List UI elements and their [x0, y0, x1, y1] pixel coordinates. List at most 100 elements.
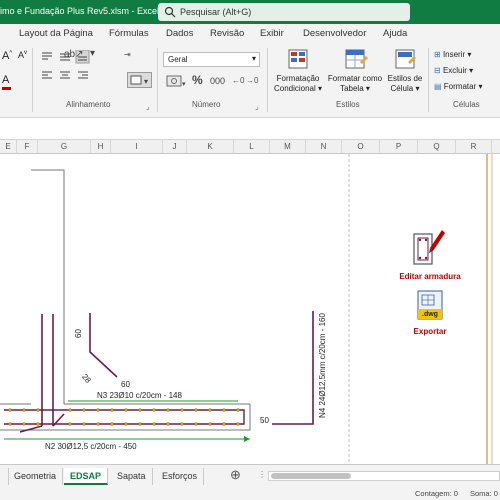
percent-button[interactable]: %	[192, 73, 203, 87]
window-title: imo e Fundação Plus Rev5.xlsm - Excel	[0, 6, 160, 16]
format-table-icon	[345, 49, 368, 69]
column-header[interactable]: F	[17, 140, 38, 154]
edit-rebar-label: Editar armadura	[399, 272, 461, 281]
separator	[267, 48, 268, 112]
separator	[428, 48, 429, 112]
orientation-icon[interactable]: ab↗	[64, 49, 84, 60]
tab-developer[interactable]: Desenvolvedor	[303, 28, 366, 39]
column-header[interactable]: Q	[418, 140, 456, 154]
format-table-line1: Formatar como	[327, 74, 383, 83]
column-header[interactable]: N	[306, 140, 342, 154]
indent-icon[interactable]: ⇥	[124, 50, 131, 59]
export-dwg-button[interactable]: .dwg Exportar	[400, 289, 460, 339]
export-label: Exportar	[413, 327, 447, 336]
number-launcher-icon[interactable]: ⌟	[255, 102, 259, 111]
column-header[interactable]: H	[91, 140, 111, 154]
tab-review[interactable]: Revisão	[210, 28, 244, 39]
cell-styles-icon	[395, 49, 416, 69]
thousands-button[interactable]: 000	[210, 76, 225, 86]
delete-button[interactable]: ⊟ Excluir ▾	[434, 66, 473, 75]
footing-outline	[0, 404, 251, 431]
search-placeholder: Pesquisar (Alt+G)	[180, 7, 252, 17]
dwg-badge: .dwg	[422, 311, 438, 318]
conditional-format-button[interactable]: Formatação Condicional ▾	[273, 48, 323, 98]
cell-styles-line1: Estilos de	[387, 74, 423, 83]
dwg-file-icon	[417, 290, 443, 320]
separator	[32, 48, 33, 112]
column-header[interactable]: R	[456, 140, 492, 154]
column-header[interactable]: I	[111, 140, 163, 154]
insert-button[interactable]: ⊞ Inserir ▾	[434, 50, 471, 59]
tab-page-layout[interactable]: Layout da Página	[19, 28, 93, 39]
add-sheet-icon[interactable]: ⊕	[230, 467, 241, 483]
tab-view[interactable]: Exibir	[260, 28, 284, 39]
column-header[interactable]: J	[163, 140, 187, 154]
format-button[interactable]: ▤ Formatar ▾	[434, 82, 483, 91]
edit-rebar-icon	[413, 230, 445, 265]
alignment-group-label: Alinhamento	[66, 100, 111, 109]
separator	[157, 48, 158, 112]
sheet-tab-esforcos[interactable]: Esforços	[156, 468, 205, 485]
svg-text:▾: ▾	[182, 81, 186, 88]
format-icon: ▤	[434, 82, 442, 91]
label-60-horizontal: 60	[121, 380, 130, 389]
sheet-tab-edsap[interactable]: EDSAP	[64, 468, 109, 485]
column-header[interactable]: O	[342, 140, 380, 154]
label-n3: N3 23Ø10 c/20cm - 148	[97, 391, 182, 400]
font-size-up-icon[interactable]: A^	[2, 50, 12, 62]
wrap-text-icon[interactable]: ▾	[90, 48, 95, 59]
font-size-down-icon[interactable]: Av	[18, 50, 27, 60]
tab-overflow-icon[interactable]: ⋮	[258, 470, 266, 479]
worksheet-canvas: 60 28 60 N3 23Ø10 c/20cm - 148 N2 30Ø12,…	[0, 154, 500, 464]
sheet-tab-sapata[interactable]: Sapata	[111, 468, 153, 485]
tab-data[interactable]: Dados	[166, 28, 193, 39]
column-header[interactable]: K	[187, 140, 234, 154]
n2-bar	[4, 409, 245, 425]
scrollbar-thumb[interactable]	[271, 473, 351, 479]
sheet-tabs-bar: Geometria EDSAP Sapata Esforços ⊕ ⋮	[0, 464, 500, 486]
status-sum: Soma: 0	[470, 489, 498, 498]
column-header[interactable]: G	[38, 140, 91, 154]
insert-icon: ⊞	[434, 50, 441, 59]
svg-text:▾: ▾	[144, 77, 148, 86]
cells-group-label: Células	[453, 100, 480, 109]
column-header[interactable]: E	[0, 140, 17, 154]
edit-rebar-button[interactable]: Editar armadura	[394, 224, 466, 286]
increase-decimal-icon[interactable]: ←0	[232, 76, 244, 85]
merge-cells-button[interactable]: ▾	[127, 72, 152, 88]
formula-bar-area	[0, 118, 500, 140]
title-bar: imo e Fundação Plus Rev5.xlsm - Excel Pe…	[0, 0, 500, 24]
cell-styles-button[interactable]: Estilos de Célula ▾	[386, 48, 424, 98]
number-format-select[interactable]: Geral ▾	[163, 52, 260, 67]
column-header[interactable]: M	[270, 140, 306, 154]
delete-label: Excluir	[442, 66, 467, 75]
cell-styles-line2-wrap: Célula ▾	[390, 84, 420, 93]
column-header[interactable]: P	[380, 140, 418, 154]
sheet-tab-geometria[interactable]: Geometria	[8, 468, 64, 485]
format-table-line2: Tabela	[340, 84, 364, 93]
conditional-format-icon	[288, 49, 308, 69]
styles-group-label: Estilos	[336, 100, 360, 109]
conditional-format-line2: Condicional	[273, 84, 316, 93]
label-n4: N4 24Ø12,5mm c/20cm - 160	[318, 313, 327, 418]
format-table-line2-wrap: Tabela ▾	[340, 84, 370, 93]
decrease-decimal-icon[interactable]: →0	[246, 76, 258, 85]
format-label: Formatar	[443, 82, 477, 91]
tab-formulas[interactable]: Fórmulas	[109, 28, 149, 39]
column-outline	[31, 169, 65, 404]
alignment-launcher-icon[interactable]: ⌟	[146, 102, 150, 111]
currency-icon[interactable]: ▾	[166, 74, 188, 90]
status-count: Contagem: 0	[415, 489, 458, 498]
tab-help[interactable]: Ajuda	[383, 28, 407, 39]
label-50: 50	[260, 416, 269, 425]
font-color-icon[interactable]: A	[2, 74, 24, 90]
search-icon	[164, 6, 176, 18]
rebar-dots	[8, 408, 240, 426]
number-format-value: Geral	[168, 55, 188, 64]
menu-bar: Layout da Página Fórmulas Dados Revisão …	[0, 24, 500, 44]
horizontal-scrollbar[interactable]	[268, 471, 500, 481]
format-as-table-button[interactable]: Formatar como Tabela ▾	[326, 48, 384, 98]
column-header[interactable]: L	[234, 140, 270, 154]
insert-label: Inserir	[442, 50, 466, 59]
search-box[interactable]: Pesquisar (Alt+G)	[158, 3, 410, 21]
